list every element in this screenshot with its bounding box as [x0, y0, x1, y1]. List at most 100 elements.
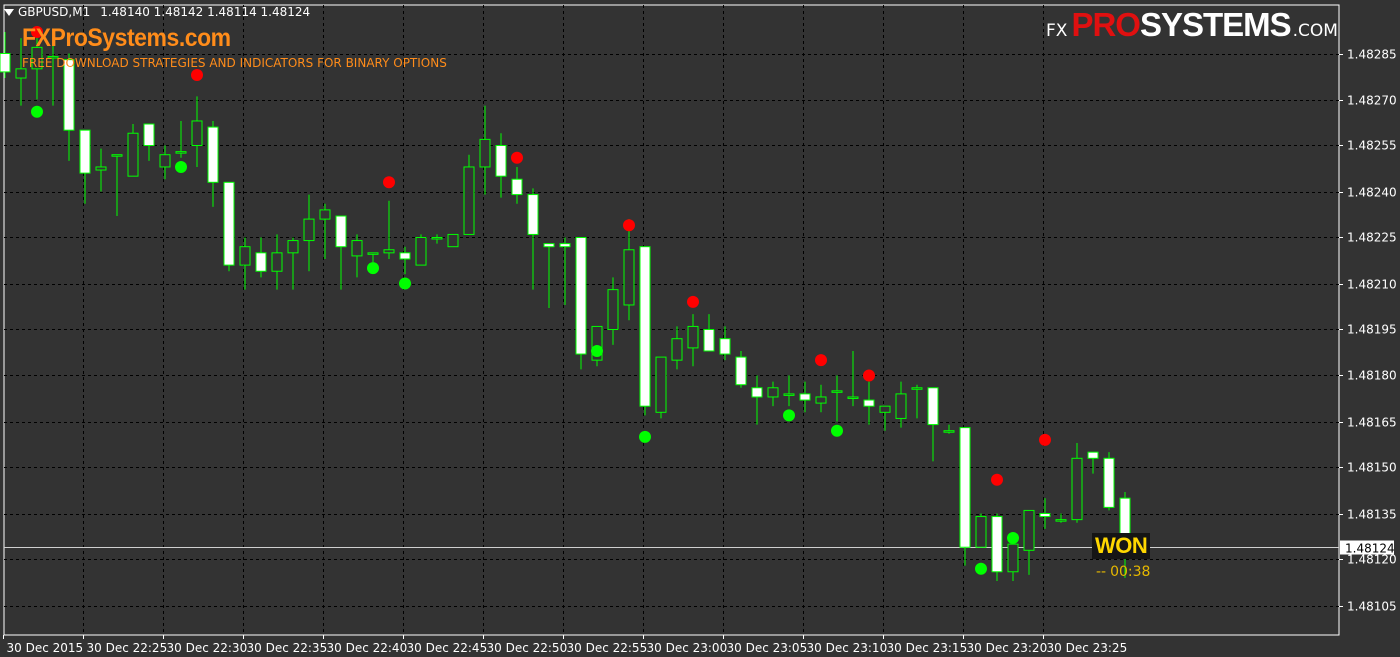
y-tick-label: 1.48135 [1347, 508, 1397, 522]
candle [303, 194, 315, 272]
candle [1055, 513, 1067, 523]
candle-body-bull [687, 325, 699, 349]
candle [607, 277, 619, 345]
candle-body-bull [127, 132, 139, 177]
candle [943, 424, 955, 434]
countdown-time: 00:38 [1110, 564, 1151, 580]
candle [0, 32, 11, 79]
candle [911, 384, 923, 419]
candle [207, 120, 219, 207]
sell-signal-dot [991, 473, 1003, 486]
y-tick-label: 1.48270 [1347, 94, 1397, 108]
candle-body-bull [655, 356, 667, 413]
candle-body-bear [751, 387, 763, 398]
x-tick-label: 30 Dec 23:05 [727, 641, 808, 655]
y-tick-label: 1.48210 [1347, 278, 1397, 292]
candle-body-bull [175, 151, 187, 154]
candle-body-bear [335, 215, 347, 248]
candle [95, 148, 107, 192]
y-tick-label: 1.48105 [1347, 600, 1397, 614]
y-tick-label: 1.48225 [1347, 231, 1397, 245]
candle [767, 381, 779, 407]
sell-signal-dot [687, 295, 699, 308]
candle [687, 314, 699, 367]
candle-body-bull [1007, 543, 1019, 573]
candle [1039, 498, 1051, 529]
candle [895, 381, 907, 428]
x-tick-label: 30 Dec 23:20 [967, 641, 1048, 655]
candle-body-bear [63, 59, 75, 131]
candle [351, 234, 363, 278]
x-tick-label: 30 Dec 23:25 [1047, 641, 1128, 655]
candle-body-bear [223, 181, 235, 266]
buy-signal-dot [399, 277, 411, 290]
logo-fx: FX [1046, 21, 1068, 41]
candle-body-bull [239, 246, 251, 266]
time-axis: 30 Dec 2015 30 Dec 22:25 30 Dec 22:30 30 De… [3, 635, 1128, 655]
candle [719, 326, 731, 361]
candle-body-bear [575, 237, 587, 355]
sell-signal-dot [383, 176, 395, 189]
y-tick-label: 1.48285 [1347, 48, 1397, 62]
candle [239, 237, 251, 290]
x-tick-label: 30 Dec 2015 [7, 641, 84, 655]
candle-body-bull [447, 233, 459, 248]
candle-body-bear [543, 243, 555, 248]
candle-body-bull [159, 154, 171, 168]
x-tick-label: 30 Dec 22:30 [167, 641, 248, 655]
candle-body-bear [639, 246, 651, 407]
x-tick-label: 30 Dec 23:00 [647, 641, 728, 655]
candle-body-bull [287, 240, 299, 254]
candle [271, 234, 283, 290]
candle-body-bear [799, 393, 811, 401]
candle [383, 200, 395, 259]
buy-signal-dot [783, 409, 795, 422]
sell-signal-dot [1039, 433, 1051, 446]
candle-body-bull [1071, 457, 1083, 521]
candle-body-bull [623, 249, 635, 306]
signal-dots [31, 26, 1051, 575]
candle [527, 188, 539, 290]
candle [799, 381, 811, 413]
y-tick-label: 1.48150 [1347, 461, 1397, 475]
candle [655, 356, 667, 419]
buy-signal-dot [175, 160, 187, 173]
candle [831, 375, 843, 422]
candle [1087, 451, 1099, 474]
candle-body-bull [911, 387, 923, 390]
candle-body-bear [207, 126, 219, 183]
candle [399, 246, 411, 275]
buy-signal-dot [639, 430, 651, 443]
caret-down-icon[interactable] [4, 8, 14, 16]
sell-signal-dot [815, 354, 827, 367]
candle [367, 252, 379, 263]
candle-body-bear [735, 356, 747, 386]
candle-body-bear [559, 243, 571, 248]
candle [991, 513, 1003, 581]
chart-header: GBPUSD,M1 1.48140 1.48142 1.48114 1.4812… [4, 4, 310, 20]
current-price-label: 1.48124 [1345, 542, 1395, 556]
candle [143, 123, 155, 161]
candles [0, 32, 1131, 581]
x-tick-label: 30 Dec 22:45 [407, 641, 488, 655]
candle [175, 120, 187, 158]
y-tick-label: 1.48165 [1347, 416, 1397, 430]
countdown-dash: -- [1096, 564, 1107, 580]
candle [431, 234, 443, 244]
buy-signal-dot [975, 562, 987, 575]
candle-countdown: -- 00:38 [1096, 564, 1150, 580]
candle-body-bull [367, 252, 379, 255]
candle [543, 243, 555, 309]
x-tick-label: 30 Dec 23:10 [807, 641, 888, 655]
candle [223, 181, 235, 272]
sell-signal-dot [191, 68, 203, 81]
candlestick-chart[interactable]: 1.48285 1.48270 1.48255 1.48240 1.48225 1.482… [0, 0, 1400, 657]
candle [863, 381, 875, 425]
candle [159, 145, 171, 180]
candle [703, 314, 715, 352]
candle-body-bull [111, 154, 123, 157]
candle-body-bull [431, 237, 443, 240]
candle [927, 387, 939, 462]
candle-body-bull [191, 120, 203, 146]
trade-result-badge: WON [1092, 533, 1151, 559]
